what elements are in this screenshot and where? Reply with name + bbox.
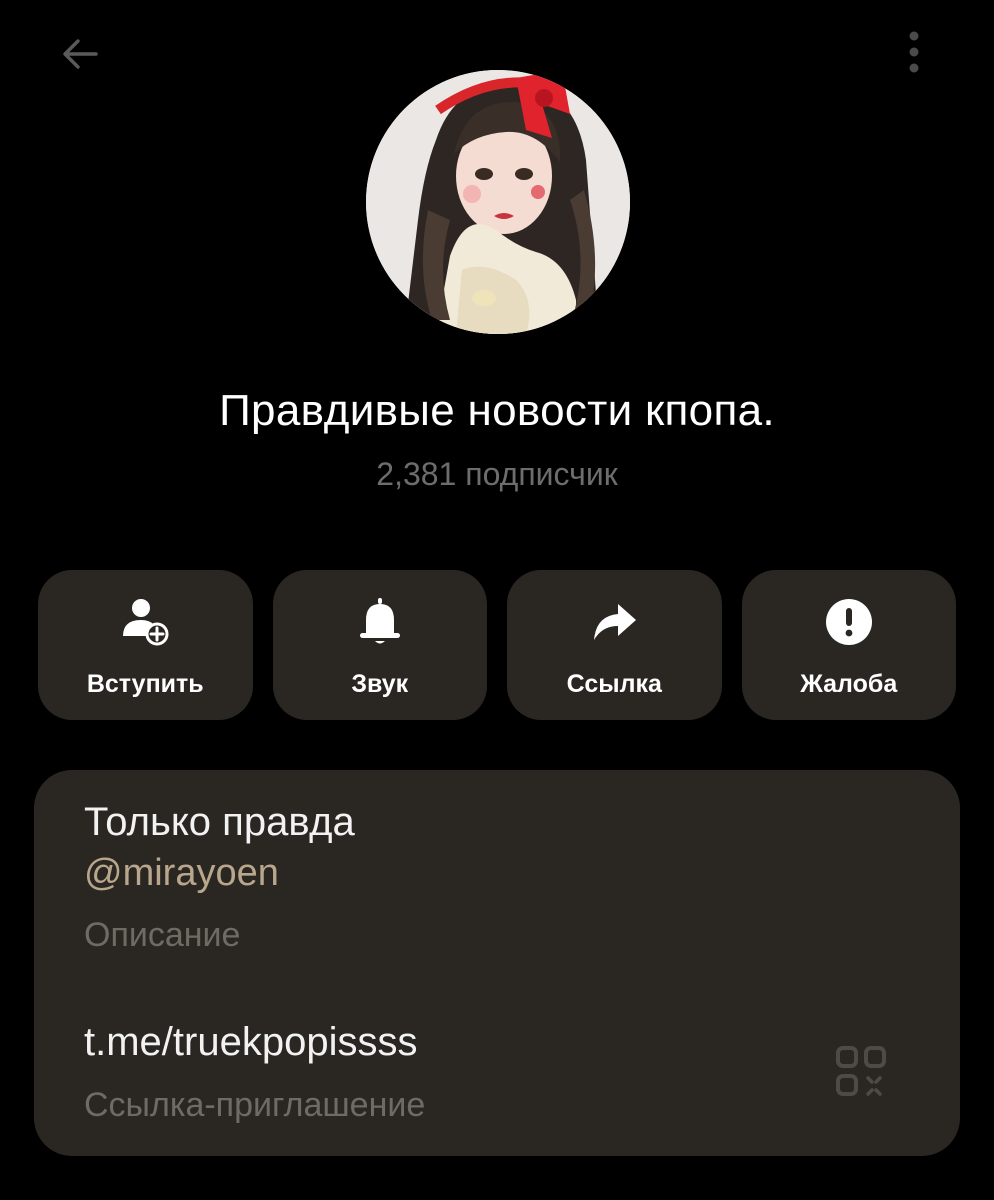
join-button[interactable]: Вступить <box>38 570 253 720</box>
channel-avatar[interactable] <box>366 70 630 334</box>
channel-profile-screen: Правдивые новости кпопа. 2,381 подписчик… <box>0 0 994 1200</box>
channel-description-title: Только правда <box>84 800 355 844</box>
description-label: Описание <box>84 916 241 954</box>
invite-link-label: Ссылка-приглашение <box>84 1086 426 1124</box>
sound-button[interactable]: Звук <box>272 570 487 720</box>
back-button[interactable] <box>52 26 108 82</box>
invite-link[interactable]: t.me/truekpopissss <box>84 1020 417 1065</box>
join-button-label: Вступить <box>86 670 204 698</box>
qr-code-button[interactable] <box>834 1044 888 1098</box>
bell-icon <box>354 596 406 648</box>
sound-button-label: Звук <box>351 670 409 698</box>
more-vertical-icon <box>909 31 919 73</box>
alert-icon <box>823 596 875 648</box>
qr-code-icon <box>836 1046 886 1096</box>
link-button[interactable]: Ссылка <box>507 570 722 720</box>
subscriber-count: 2,381 подписчик <box>376 456 618 492</box>
channel-info-card: Только правда @mirayoen Описание t.me/tr… <box>34 770 960 1156</box>
channel-title: Правдивые новости кпопа. <box>219 386 775 435</box>
arrow-left-icon <box>63 39 98 69</box>
report-button-label: Жалоба <box>800 670 898 698</box>
more-options-button[interactable] <box>890 22 938 82</box>
share-icon <box>588 596 640 648</box>
action-buttons: Вступить Звук Ссылка Жалоба <box>38 570 956 720</box>
link-button-label: Ссылка <box>566 670 662 698</box>
add-user-icon <box>119 596 171 648</box>
avatar-image <box>366 70 630 334</box>
channel-username[interactable]: @mirayoen <box>84 852 279 895</box>
report-button[interactable]: Жалоба <box>741 570 956 720</box>
